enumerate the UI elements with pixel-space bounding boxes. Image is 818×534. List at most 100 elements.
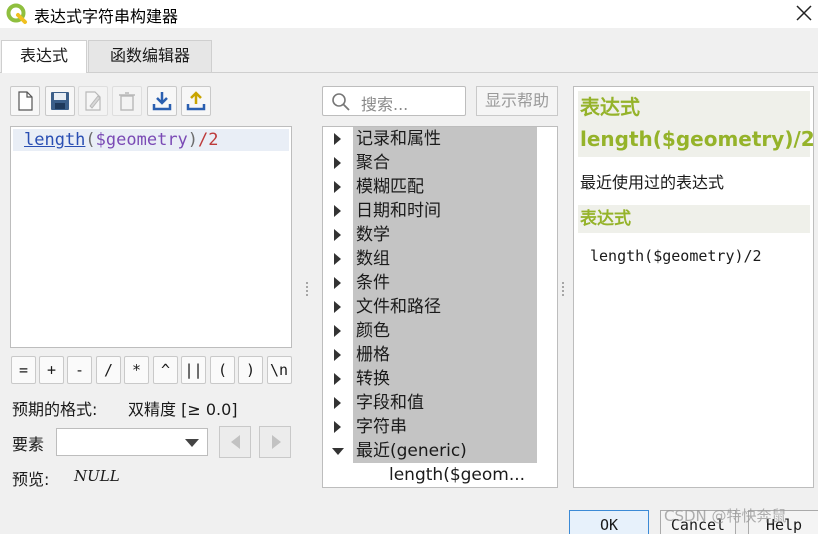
expand-arrow-icon bbox=[334, 397, 341, 409]
edit-icon bbox=[85, 91, 101, 111]
tree-group-label: 日期和时间 bbox=[353, 199, 537, 223]
help-section-title: 表达式 bbox=[578, 205, 810, 233]
tree-group-label: 字段和值 bbox=[353, 391, 537, 415]
tree-group-fields-values[interactable]: 字段和值 bbox=[323, 391, 537, 415]
operator-equals-button[interactable]: = bbox=[11, 356, 36, 384]
chevron-left-icon bbox=[231, 435, 240, 449]
tree-group-label: 转换 bbox=[353, 367, 537, 391]
tree-group-color[interactable]: 颜色 bbox=[323, 319, 537, 343]
expand-arrow-icon bbox=[334, 421, 341, 433]
output-format-value: 双精度 [≥ 0.0] bbox=[128, 400, 238, 419]
close-icon[interactable] bbox=[792, 1, 816, 25]
next-feature-button[interactable] bbox=[259, 426, 291, 458]
tree-group-label: 数学 bbox=[353, 223, 537, 247]
tree-group-math[interactable]: 数学 bbox=[323, 223, 537, 247]
operator-newline-button[interactable]: \n' bbox=[267, 356, 292, 384]
function-tree[interactable]: 记录和属性 聚合 模糊匹配 日期和时间 数学 数组 条件 文件和路径 颜色 栅格… bbox=[322, 126, 558, 488]
tab-function-editor[interactable]: 函数编辑器 bbox=[88, 40, 212, 72]
operator-multiply-button[interactable]: * bbox=[124, 356, 149, 384]
token-variable: $geometry bbox=[95, 130, 188, 150]
left-splitter-handle[interactable] bbox=[305, 280, 309, 298]
expand-arrow-icon bbox=[334, 277, 341, 289]
tree-group-date-time[interactable]: 日期和时间 bbox=[323, 199, 537, 223]
help-panel: 表达式 length($geometry)/2 最近使用过的表达式 表达式 le… bbox=[573, 86, 815, 488]
show-help-button[interactable]: 显示帮助 bbox=[476, 86, 558, 116]
expand-arrow-icon bbox=[334, 301, 341, 313]
expand-arrow-icon bbox=[334, 253, 341, 265]
window-title: 表达式字符串构建器 bbox=[34, 7, 179, 26]
tree-group-fuzzy-matching[interactable]: 模糊匹配 bbox=[323, 175, 537, 199]
expression-text[interactable]: length($geometry)/2 bbox=[24, 130, 219, 150]
tree-group-label: 记录和属性 bbox=[353, 127, 537, 151]
tree-group-conditionals[interactable]: 条件 bbox=[323, 271, 537, 295]
token-function: length bbox=[24, 130, 86, 150]
export-button[interactable] bbox=[181, 86, 211, 116]
expand-arrow-icon bbox=[334, 205, 341, 217]
tree-group-conversions[interactable]: 转换 bbox=[323, 367, 537, 391]
tree-group-label: 颜色 bbox=[353, 319, 537, 343]
expand-arrow-icon bbox=[334, 325, 341, 337]
tree-group-raster[interactable]: 栅格 bbox=[323, 343, 537, 367]
help-title: 表达式 bbox=[580, 95, 640, 119]
operator-power-button[interactable]: ^ bbox=[153, 356, 178, 384]
operator-divide-button[interactable]: / bbox=[96, 356, 121, 384]
export-icon bbox=[186, 91, 206, 111]
operator-plus-button[interactable]: + bbox=[39, 356, 64, 384]
save-expression-button[interactable] bbox=[45, 86, 75, 116]
search-icon bbox=[332, 93, 350, 111]
expand-arrow-icon bbox=[334, 373, 341, 385]
help-header: 表达式 length($geometry)/2 bbox=[578, 91, 815, 157]
operator-open-paren-button[interactable]: ( bbox=[210, 356, 235, 384]
import-button[interactable] bbox=[147, 86, 177, 116]
feature-combobox[interactable] bbox=[56, 428, 208, 456]
tree-group-label: 条件 bbox=[353, 271, 537, 295]
tree-group-label: 数组 bbox=[353, 247, 537, 271]
tree-group-label: 栅格 bbox=[353, 343, 537, 367]
tree-item-recent-expression[interactable]: length($geom... bbox=[389, 463, 525, 487]
save-icon bbox=[51, 92, 69, 110]
tree-group-arrays[interactable]: 数组 bbox=[323, 247, 537, 271]
expand-arrow-icon bbox=[334, 229, 341, 241]
token-open-paren: ( bbox=[85, 130, 96, 150]
tree-group-files-paths[interactable]: 文件和路径 bbox=[323, 295, 537, 319]
token-close-paren: ) bbox=[187, 130, 199, 150]
collapse-arrow-icon bbox=[332, 448, 344, 455]
help-description: 最近使用过的表达式 bbox=[580, 173, 725, 192]
delete-icon bbox=[119, 92, 135, 111]
tree-group-record-attributes[interactable]: 记录和属性 bbox=[323, 127, 537, 151]
tree-group-label: 聚合 bbox=[353, 151, 537, 175]
expand-arrow-icon bbox=[334, 157, 341, 169]
search-placeholder: 搜索... bbox=[361, 95, 409, 114]
help-example: length($geometry)/2 bbox=[590, 247, 762, 265]
tree-group-label: 文件和路径 bbox=[353, 295, 537, 319]
operator-minus-button[interactable]: - bbox=[67, 356, 92, 384]
import-icon bbox=[152, 92, 172, 111]
delete-expression-button[interactable] bbox=[112, 86, 142, 116]
operator-concat-button[interactable]: || bbox=[181, 356, 206, 384]
ok-button[interactable]: OK bbox=[569, 510, 649, 534]
expression-editor[interactable]: length($geometry)/2 bbox=[10, 126, 292, 348]
expand-arrow-icon bbox=[334, 133, 341, 145]
expand-arrow-icon bbox=[334, 349, 341, 361]
tree-group-string[interactable]: 字符串 bbox=[323, 415, 537, 439]
output-format-label: 预期的格式: bbox=[12, 400, 98, 419]
operator-close-paren-button[interactable]: ) bbox=[238, 356, 263, 384]
chevron-down-icon bbox=[185, 439, 199, 447]
new-expression-button[interactable] bbox=[10, 86, 40, 116]
feature-label: 要素 bbox=[12, 435, 45, 454]
previous-feature-button[interactable] bbox=[219, 426, 251, 458]
edit-expression-button[interactable] bbox=[78, 86, 108, 116]
right-splitter-handle[interactable] bbox=[561, 280, 565, 298]
tree-group-aggregates[interactable]: 聚合 bbox=[323, 151, 537, 175]
help-expression: length($geometry)/2 bbox=[580, 127, 815, 151]
tree-group-label: 最近(generic) bbox=[353, 439, 537, 463]
tab-expression[interactable]: 表达式 bbox=[1, 40, 87, 73]
tree-group-label: 模糊匹配 bbox=[353, 175, 537, 199]
expand-arrow-icon bbox=[334, 181, 341, 193]
chevron-right-icon bbox=[272, 435, 281, 449]
qgis-logo-icon bbox=[6, 3, 27, 24]
watermark: CSDN @特快奔鼠 bbox=[664, 507, 787, 525]
tree-group-recent[interactable]: 最近(generic) bbox=[323, 439, 537, 463]
new-file-icon bbox=[18, 91, 33, 111]
search-input[interactable]: 搜索... bbox=[322, 86, 466, 116]
